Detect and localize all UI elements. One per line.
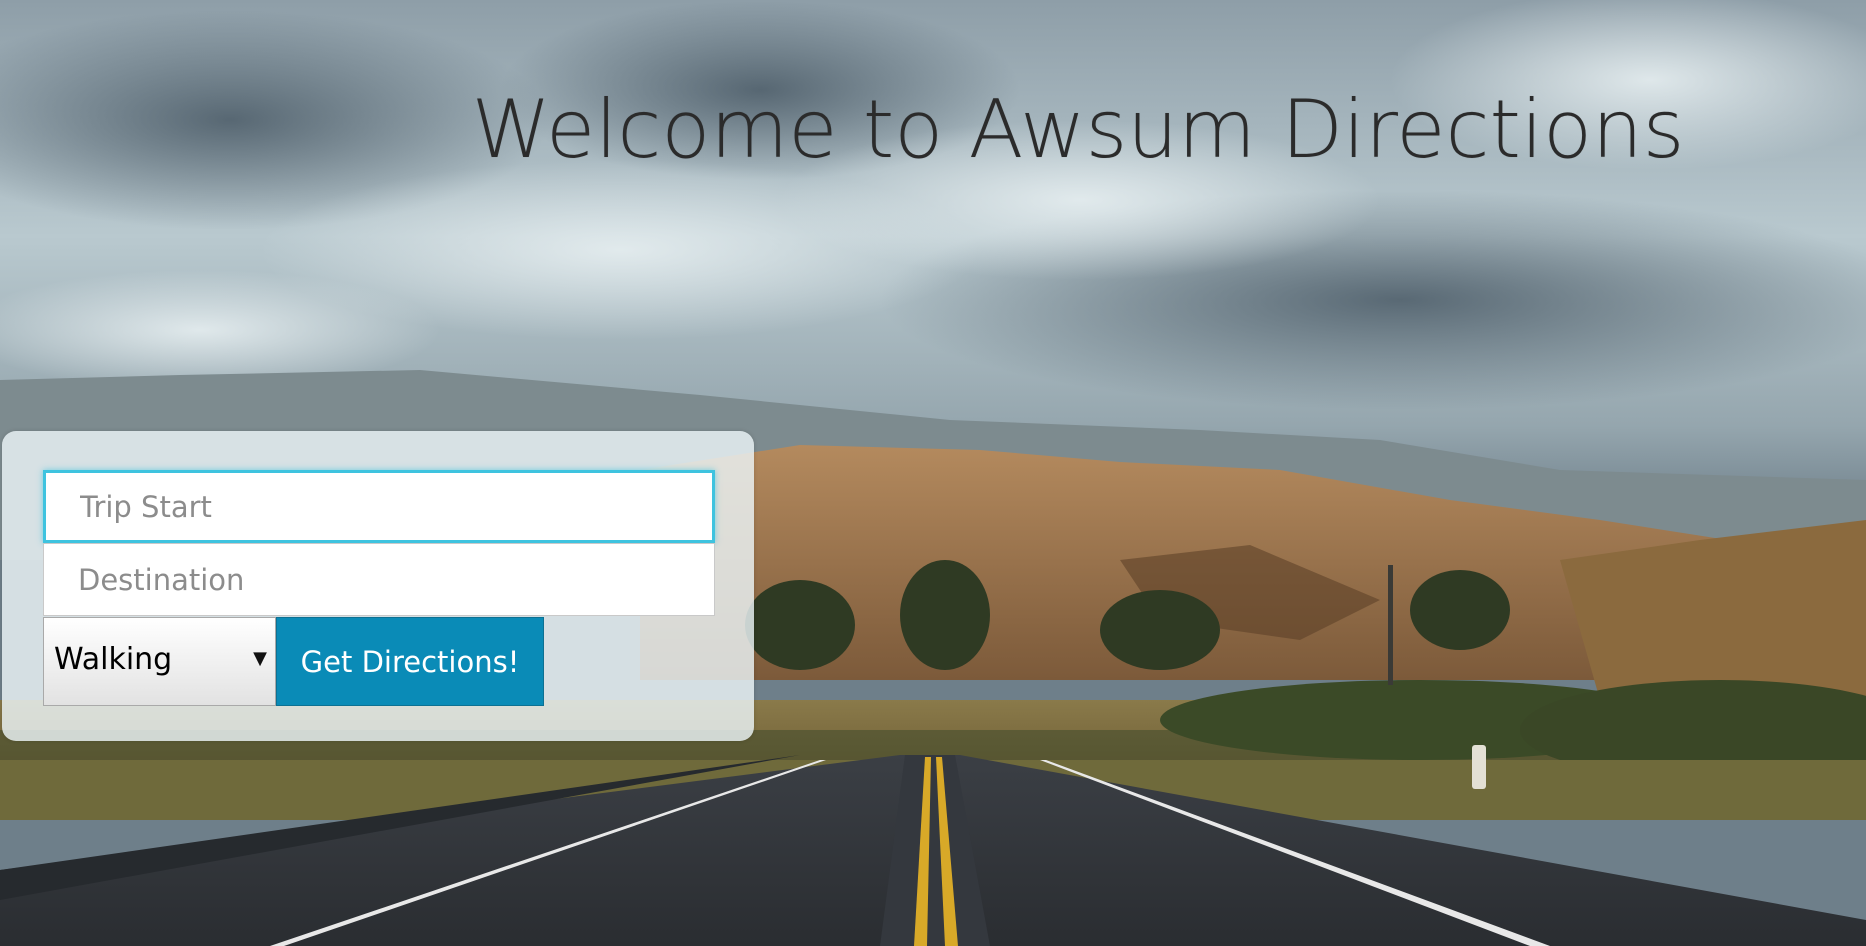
chevron-down-icon: ▼ xyxy=(253,648,267,669)
directions-form-panel: Walking ▼ Get Directions! xyxy=(2,431,754,741)
page-title: Welcome to Awsum Directions xyxy=(471,83,1685,176)
trip-start-input[interactable] xyxy=(43,470,715,543)
travel-mode-selected-value: Walking xyxy=(54,642,173,677)
travel-mode-select[interactable]: Walking ▼ xyxy=(43,617,276,706)
page: Welcome to Awsum Directions Walking ▼ Ge… xyxy=(0,0,1866,946)
destination-input[interactable] xyxy=(43,543,715,616)
get-directions-button[interactable]: Get Directions! xyxy=(276,617,544,706)
